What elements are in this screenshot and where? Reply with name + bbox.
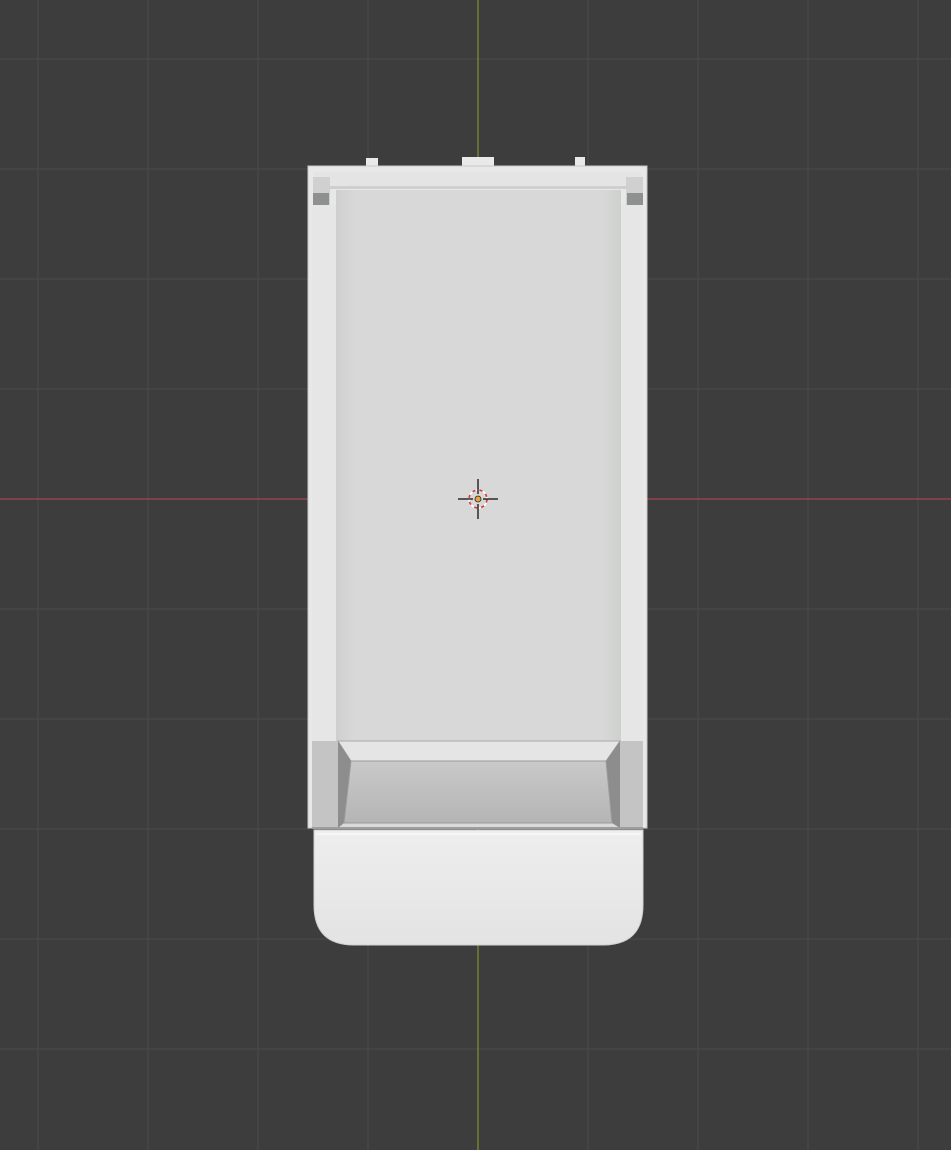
left-wall (312, 205, 337, 741)
3d-viewport[interactable] (0, 0, 951, 1150)
mesh-object[interactable] (307, 157, 648, 946)
corner-post-right-shade (627, 193, 643, 205)
right-wall (620, 205, 643, 741)
object-origin-dot (474, 495, 482, 503)
tray-pocket (312, 740, 643, 829)
inner-panel (338, 190, 620, 741)
top-rim-shadow (314, 186, 641, 189)
rounded-base (313, 829, 644, 946)
corner-post-left-shade (313, 193, 329, 205)
top-rim (314, 172, 641, 188)
